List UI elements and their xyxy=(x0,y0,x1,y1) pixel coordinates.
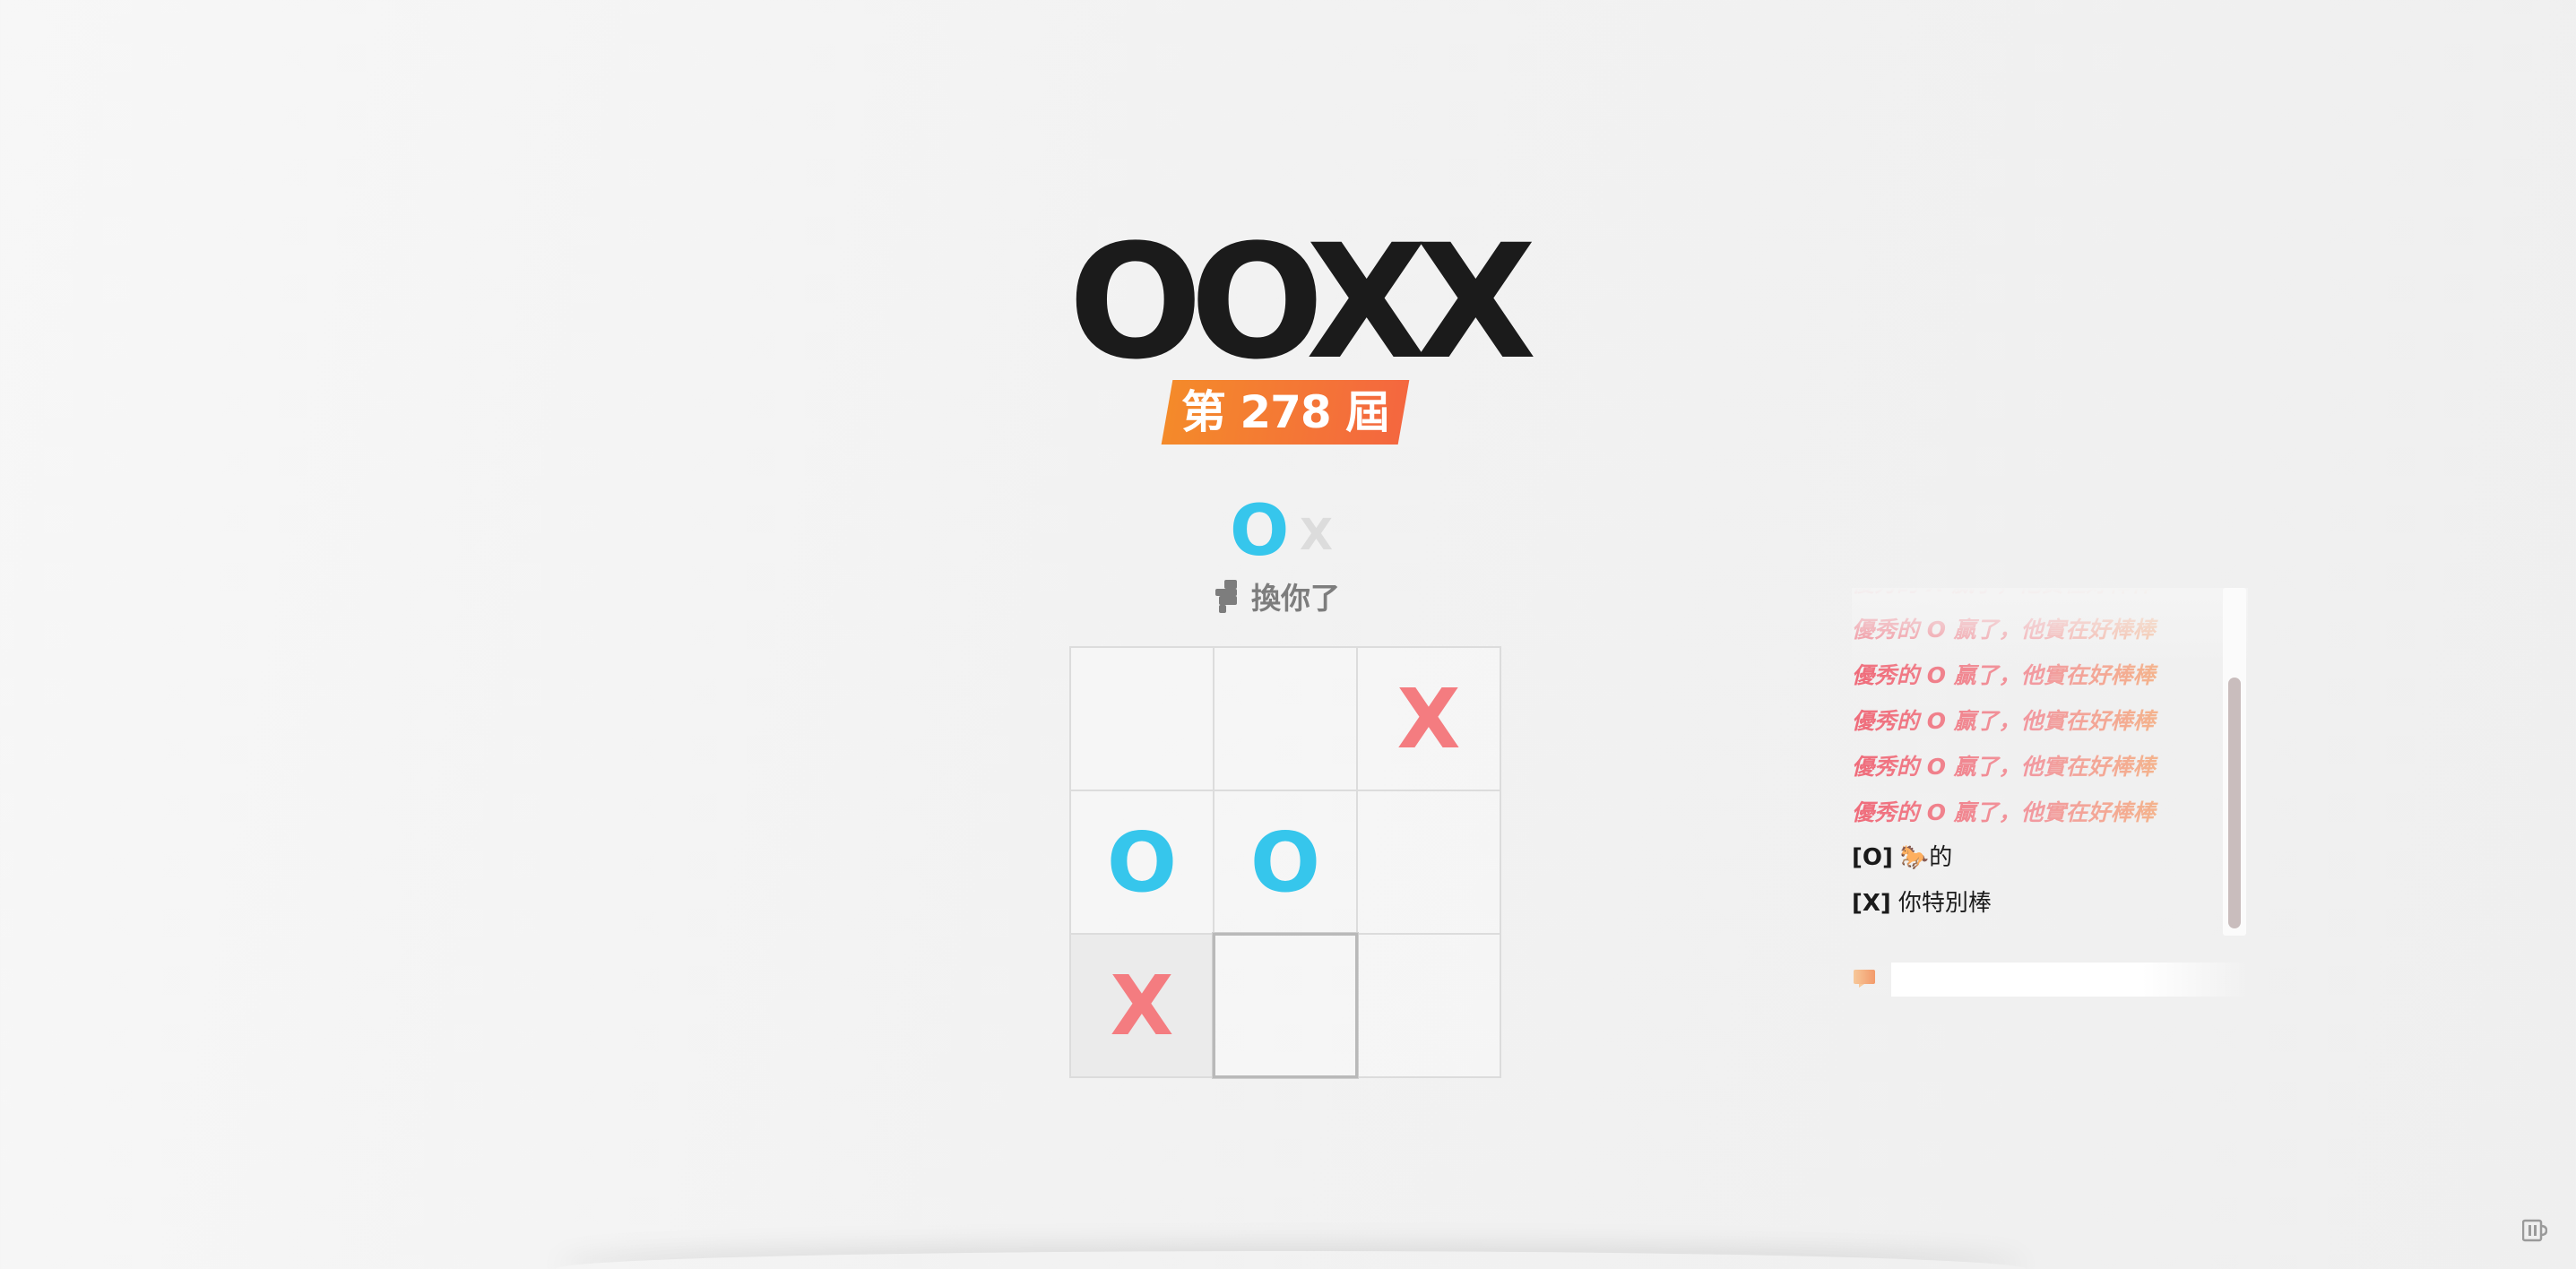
game-board: X O O X xyxy=(1069,646,1501,1078)
board-cell[interactable] xyxy=(1356,790,1501,935)
chat-message-player: [X] xyxy=(1852,890,1891,917)
bottom-shadow xyxy=(556,1251,2026,1269)
board-cell[interactable] xyxy=(1213,646,1358,791)
chat-log: 優秀的 X 贏了，他實在好棒棒 優秀的 O 贏了，他實在好棒棒 優秀的 O 贏了… xyxy=(1852,588,2219,927)
chat-system-message: 優秀的 O 贏了，他實在好棒棒 xyxy=(1852,698,2219,744)
chat-system-message: 優秀的 O 贏了，他實在好棒棒 xyxy=(1852,790,2219,835)
chat-system-message: 優秀的 O 贏了，他實在好棒棒 xyxy=(1852,607,2219,652)
chat-message-text: 你特別棒 xyxy=(1897,890,1992,917)
chat-system-message: 優秀的 O 贏了，他實在好棒棒 xyxy=(1852,652,2219,698)
turn-status: 換你了 xyxy=(1212,574,1340,618)
chat-scrollbar-thumb[interactable] xyxy=(2228,678,2241,928)
turn-current-symbol: O xyxy=(1230,491,1290,572)
board-cell[interactable]: O xyxy=(1213,790,1358,935)
session-badge-label: 第 278 屆 xyxy=(1180,386,1390,438)
game-title: OOXX xyxy=(1068,211,1536,394)
board-cell[interactable] xyxy=(1356,933,1501,1078)
chat-message-text: 🐎的 xyxy=(1899,844,1953,871)
board-cell[interactable] xyxy=(1213,933,1358,1078)
chat-input[interactable] xyxy=(1891,963,2250,997)
chat-log-panel: 優秀的 X 贏了，他實在好棒棒 優秀的 O 贏了，他實在好棒棒 優秀的 O 贏了… xyxy=(1852,588,2248,936)
board-cell[interactable]: X xyxy=(1069,933,1215,1078)
board-cell[interactable]: X xyxy=(1356,646,1501,791)
board-cell[interactable]: O xyxy=(1069,790,1215,935)
chat-user-message: [O] 🐎的 xyxy=(1852,835,2219,881)
pointing-hand-icon xyxy=(1215,580,1237,613)
logo-icon[interactable] xyxy=(2522,1219,2547,1242)
chat-user-message: [X] 你特別棒 xyxy=(1852,881,2219,927)
board-cell[interactable] xyxy=(1069,646,1215,791)
chat-scrollbar[interactable] xyxy=(2223,588,2246,936)
turn-status-label: 換你了 xyxy=(1251,581,1340,616)
chat-bubble-icon xyxy=(1854,970,1875,988)
turn-other-symbol: X xyxy=(1300,510,1334,560)
chat-message-player: [O] xyxy=(1852,844,1893,871)
turn-indicator: O X xyxy=(1219,491,1353,572)
chat-input-row xyxy=(1852,961,2250,997)
chat-system-message: 優秀的 X 贏了，他實在好棒棒 xyxy=(1852,588,2219,607)
chat-system-message: 優秀的 O 贏了，他實在好棒棒 xyxy=(1852,744,2219,790)
